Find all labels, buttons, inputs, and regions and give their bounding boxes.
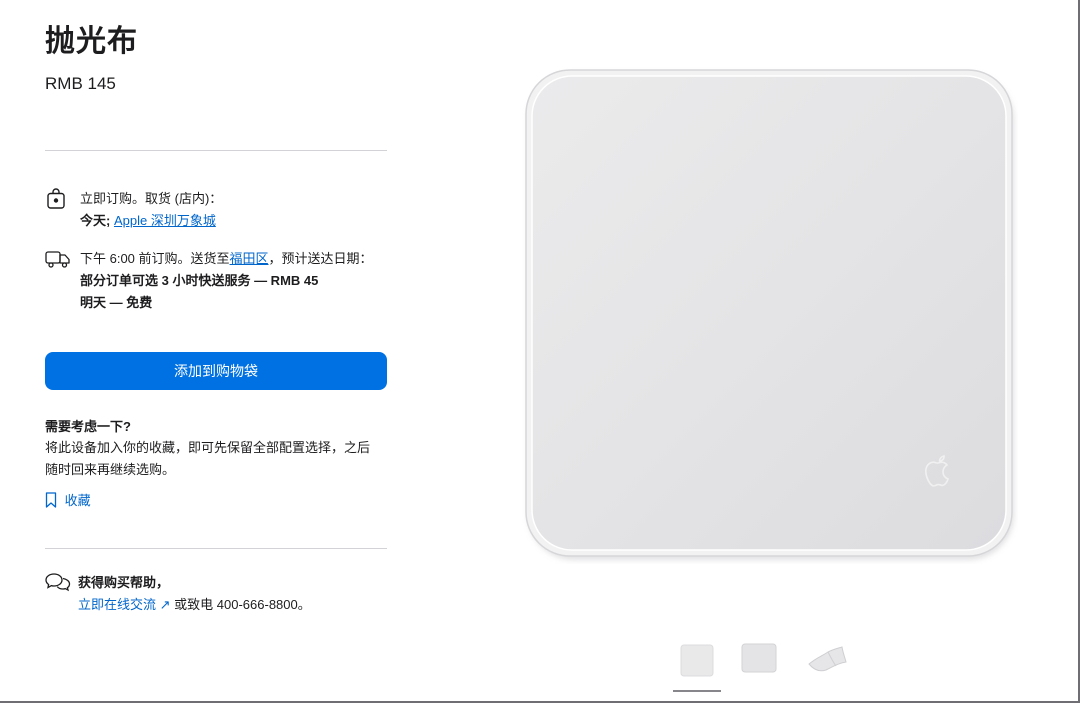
- fast-delivery-option: 部分订单可选 3 小时快送服务 — RMB 45: [80, 273, 319, 288]
- selected-thumbnail-indicator: [673, 690, 721, 692]
- external-arrow-icon: ↗: [159, 597, 171, 612]
- bookmark-icon: [45, 492, 65, 508]
- district-link[interactable]: 福田区: [230, 251, 269, 266]
- chat-bubbles-icon: [45, 572, 71, 597]
- free-delivery-option: 明天 — 免费: [80, 295, 153, 310]
- thumbnail-angle[interactable]: [741, 643, 777, 678]
- add-to-bag-button[interactable]: 添加到购物袋: [45, 352, 387, 390]
- live-chat-link[interactable]: 立即在线交流 ↗: [78, 597, 171, 612]
- save-to-favorites-link[interactable]: 收藏: [45, 490, 91, 509]
- delivery-text-suffix: ，预计送达日期：: [268, 251, 373, 266]
- product-price: RMB 145: [45, 74, 116, 93]
- pickup-text: 立即订购。取货 (店内)：: [80, 191, 223, 206]
- phone-text: 或致电 400-666-8800。: [174, 597, 311, 612]
- pickup-day: 今天;: [80, 213, 111, 228]
- store-link[interactable]: Apple 深圳万象城: [114, 213, 216, 228]
- delivery-text-prefix: 下午 6:00 前订购。送货至: [80, 251, 230, 266]
- thumbnail-front[interactable]: [680, 644, 714, 682]
- delivery-truck-icon: [45, 248, 71, 275]
- divider: [45, 150, 387, 151]
- consider-description: 将此设备加入你的收藏，即可先保留全部配置选择，之后随时回来再继续选购。: [45, 440, 371, 477]
- help-heading: 获得购买帮助，: [78, 575, 170, 590]
- divider: [45, 548, 387, 549]
- product-title: 抛光布: [45, 25, 138, 58]
- shopping-bag-icon: [45, 188, 67, 215]
- product-image: [522, 66, 1018, 569]
- thumbnail-folded[interactable]: [806, 644, 848, 679]
- save-label: 收藏: [64, 493, 91, 508]
- consider-heading: 需要考虑一下?: [45, 419, 131, 434]
